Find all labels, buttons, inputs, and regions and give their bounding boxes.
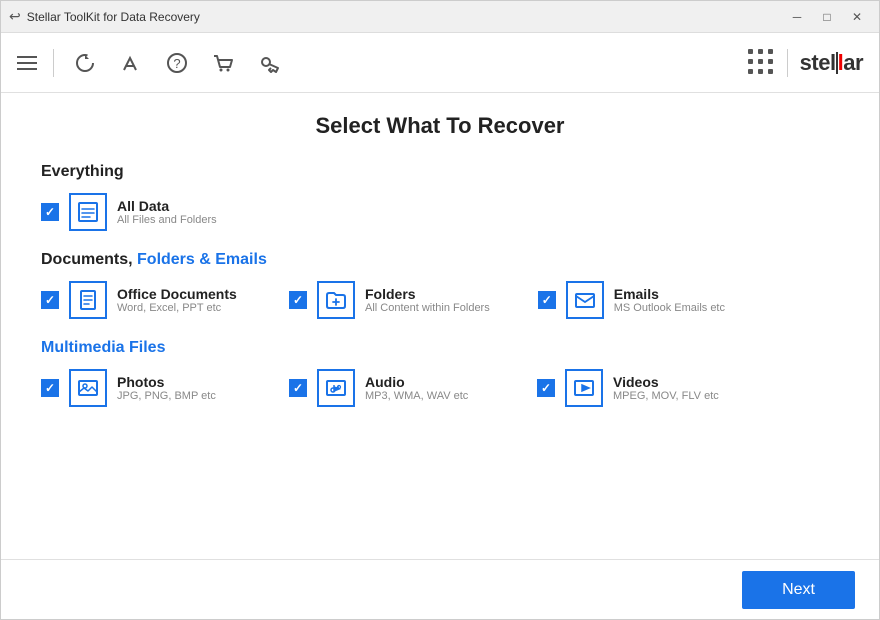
videos-text: Videos MPEG, MOV, FLV etc: [613, 374, 719, 402]
office-docs-checkbox[interactable]: ✓: [41, 291, 59, 309]
toolbar-right: stellar: [748, 49, 863, 77]
photos-name: Photos: [117, 374, 216, 390]
main-content: Select What To Recover Everything ✓ All …: [1, 93, 879, 559]
documents-options-row: ✓ Office Documents Word, Excel, PPT etc …: [41, 281, 839, 319]
everything-options-row: ✓ All Data All Files and Folders: [41, 193, 839, 231]
emails-desc: MS Outlook Emails etc: [614, 302, 725, 314]
everything-label: Everything: [41, 163, 839, 181]
page-title: Select What To Recover: [41, 113, 839, 139]
emails-option[interactable]: ✓ Emails MS Outlook Emails etc: [538, 281, 738, 319]
all-data-name: All Data: [117, 198, 217, 214]
audio-option[interactable]: ✓ Audio MP3, WMA, WAV etc: [289, 369, 489, 407]
close-button[interactable]: ✕: [843, 7, 871, 27]
minimize-button[interactable]: ─: [783, 7, 811, 27]
videos-icon: [565, 369, 603, 407]
multimedia-options-row: ✓ Photos JPG, PNG, BMP etc ✓: [41, 369, 839, 407]
folders-icon: [317, 281, 355, 319]
draw-icon[interactable]: [116, 48, 146, 78]
checkmark-icon: ✓: [45, 205, 55, 219]
office-docs-name: Office Documents: [117, 286, 237, 302]
videos-checkbox[interactable]: ✓: [537, 379, 555, 397]
folders-checkbox[interactable]: ✓: [289, 291, 307, 309]
maximize-button[interactable]: □: [813, 7, 841, 27]
audio-desc: MP3, WMA, WAV etc: [365, 390, 468, 402]
folders-desc: All Content within Folders: [365, 302, 490, 314]
documents-section: Documents, Folders & Emails ✓ Office Doc…: [41, 251, 839, 319]
svg-text:?: ?: [173, 56, 180, 71]
help-icon[interactable]: ?: [162, 48, 192, 78]
titlebar-title: Stellar ToolKit for Data Recovery: [27, 10, 200, 24]
audio-icon: [317, 369, 355, 407]
stellar-logo: stellar: [800, 50, 863, 76]
documents-label-black: Documents,: [41, 251, 137, 268]
key-icon[interactable]: [254, 48, 284, 78]
checkmark-icon: ✓: [293, 381, 303, 395]
all-data-desc: All Files and Folders: [117, 214, 217, 226]
documents-label-blue: Folders & Emails: [137, 251, 267, 268]
office-docs-icon: [69, 281, 107, 319]
checkmark-icon: ✓: [541, 381, 551, 395]
photos-checkbox[interactable]: ✓: [41, 379, 59, 397]
titlebar-controls: ─ □ ✕: [783, 7, 871, 27]
checkmark-icon: ✓: [542, 293, 552, 307]
cart-icon[interactable]: [208, 48, 238, 78]
emails-checkbox[interactable]: ✓: [538, 291, 556, 309]
audio-name: Audio: [365, 374, 468, 390]
audio-text: Audio MP3, WMA, WAV etc: [365, 374, 468, 402]
menu-icon[interactable]: [17, 56, 37, 70]
photos-desc: JPG, PNG, BMP etc: [117, 390, 216, 402]
emails-icon: [566, 281, 604, 319]
photos-option[interactable]: ✓ Photos JPG, PNG, BMP etc: [41, 369, 241, 407]
titlebar-left: ↩ Stellar ToolKit for Data Recovery: [9, 8, 200, 25]
refresh-icon[interactable]: [70, 48, 100, 78]
all-data-icon: [69, 193, 107, 231]
office-docs-desc: Word, Excel, PPT etc: [117, 302, 237, 314]
emails-name: Emails: [614, 286, 725, 302]
folders-option[interactable]: ✓ Folders All Content within Folders: [289, 281, 490, 319]
toolbar-left: ?: [17, 48, 284, 78]
toolbar-divider-1: [53, 49, 54, 77]
emails-text: Emails MS Outlook Emails etc: [614, 286, 725, 314]
checkmark-icon: ✓: [45, 293, 55, 307]
checkmark-icon: ✓: [45, 381, 55, 395]
photos-icon: [69, 369, 107, 407]
documents-label: Documents, Folders & Emails: [41, 251, 839, 269]
toolbar-divider-v: [787, 49, 788, 77]
everything-section: Everything ✓ All Data All Files and Fold…: [41, 163, 839, 231]
audio-checkbox[interactable]: ✓: [289, 379, 307, 397]
office-docs-text: Office Documents Word, Excel, PPT etc: [117, 286, 237, 314]
videos-desc: MPEG, MOV, FLV etc: [613, 390, 719, 402]
multimedia-label: Multimedia Files: [41, 339, 839, 357]
folders-text: Folders All Content within Folders: [365, 286, 490, 314]
multimedia-section: Multimedia Files ✓ Photos JPG, PNG, BMP …: [41, 339, 839, 407]
office-docs-option[interactable]: ✓ Office Documents Word, Excel, PPT etc: [41, 281, 241, 319]
back-icon: ↩: [9, 8, 21, 25]
videos-name: Videos: [613, 374, 719, 390]
titlebar: ↩ Stellar ToolKit for Data Recovery ─ □ …: [1, 1, 879, 33]
footer: Next: [1, 559, 879, 619]
photos-text: Photos JPG, PNG, BMP etc: [117, 374, 216, 402]
apps-icon[interactable]: [748, 49, 775, 76]
folders-name: Folders: [365, 286, 490, 302]
checkmark-icon: ✓: [293, 293, 303, 307]
all-data-text: All Data All Files and Folders: [117, 198, 217, 226]
all-data-option[interactable]: ✓ All Data All Files and Folders: [41, 193, 241, 231]
all-data-checkbox[interactable]: ✓: [41, 203, 59, 221]
toolbar: ? stellar: [1, 33, 879, 93]
next-button[interactable]: Next: [742, 571, 855, 609]
videos-option[interactable]: ✓ Videos MPEG, MOV, FLV etc: [537, 369, 737, 407]
